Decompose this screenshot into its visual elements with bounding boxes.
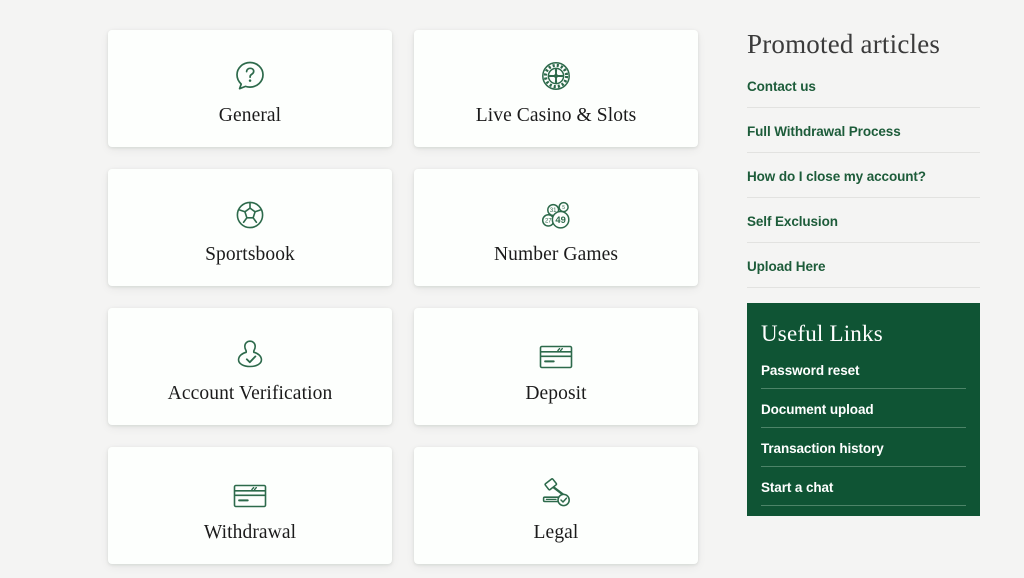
list-item: Document upload xyxy=(761,389,966,428)
help-center-page: General Live Casino & Slots Sportsbook 5… xyxy=(0,0,1024,578)
list-item: How do I close my account? xyxy=(747,153,980,199)
ball-number-49: 49 xyxy=(555,214,565,225)
category-label: Live Casino & Slots xyxy=(475,104,637,126)
list-item: Self Exclusion xyxy=(747,198,980,244)
list-item: Transaction history xyxy=(761,428,966,467)
ball-number-27: 27 xyxy=(545,218,552,224)
promoted-article-link[interactable]: Upload Here xyxy=(747,243,980,287)
list-item: Upload Here xyxy=(747,243,980,289)
credit-card-icon xyxy=(534,328,578,374)
casino-chip-icon xyxy=(536,50,576,96)
category-card-withdrawal[interactable]: Withdrawal xyxy=(108,447,392,564)
category-card-live-casino-slots[interactable]: Live Casino & Slots xyxy=(414,30,698,147)
user-check-icon xyxy=(230,328,270,374)
promoted-articles-list: Contact us Full Withdrawal Process How d… xyxy=(747,74,980,289)
useful-link-transaction-history[interactable]: Transaction history xyxy=(761,428,966,466)
category-label: Withdrawal xyxy=(203,521,297,543)
useful-links-panel: Useful Links Password reset Document upl… xyxy=(747,303,980,516)
category-card-account-verification[interactable]: Account Verification xyxy=(108,308,392,425)
promoted-article-link[interactable]: Contact us xyxy=(747,74,980,107)
useful-link-start-a-chat[interactable]: Start a chat xyxy=(761,467,966,505)
category-card-legal[interactable]: Legal xyxy=(414,447,698,564)
soccer-ball-icon xyxy=(230,189,270,235)
category-label: Legal xyxy=(533,521,579,543)
useful-link-password-reset[interactable]: Password reset xyxy=(761,360,966,388)
promoted-article-link[interactable]: Self Exclusion xyxy=(747,198,980,242)
list-item: Full Withdrawal Process xyxy=(747,108,980,154)
promoted-articles-sidebar: Promoted articles Contact us Full Withdr… xyxy=(747,28,980,289)
credit-card-icon xyxy=(228,467,272,513)
useful-link-document-upload[interactable]: Document upload xyxy=(761,389,966,427)
list-item: Password reset xyxy=(761,360,966,389)
category-label: Account Verification xyxy=(167,382,333,404)
category-label: Sportsbook xyxy=(205,243,295,265)
category-card-number-games[interactable]: 5 31 27 49 Number Games xyxy=(414,169,698,286)
category-card-general[interactable]: General xyxy=(108,30,392,147)
question-speech-bubble-icon xyxy=(230,50,270,96)
category-label: Number Games xyxy=(493,243,619,265)
category-card-grid: General Live Casino & Slots Sportsbook 5… xyxy=(108,30,698,564)
useful-links-title: Useful Links xyxy=(761,321,883,346)
lottery-balls-icon: 5 31 27 49 xyxy=(534,189,578,235)
category-card-deposit[interactable]: Deposit xyxy=(414,308,698,425)
promoted-articles-title: Promoted articles xyxy=(747,29,941,59)
list-item: Start a chat xyxy=(761,467,966,506)
category-label: General xyxy=(218,104,282,126)
useful-links-list: Password reset Document upload Transacti… xyxy=(761,360,966,506)
ball-number-5: 5 xyxy=(562,205,565,211)
category-card-sportsbook[interactable]: Sportsbook xyxy=(108,169,392,286)
list-item: Contact us xyxy=(747,74,980,109)
promoted-article-link[interactable]: How do I close my account? xyxy=(747,153,980,197)
category-label: Deposit xyxy=(525,382,587,404)
gavel-check-icon xyxy=(535,467,577,513)
promoted-article-link[interactable]: Full Withdrawal Process xyxy=(747,108,980,152)
